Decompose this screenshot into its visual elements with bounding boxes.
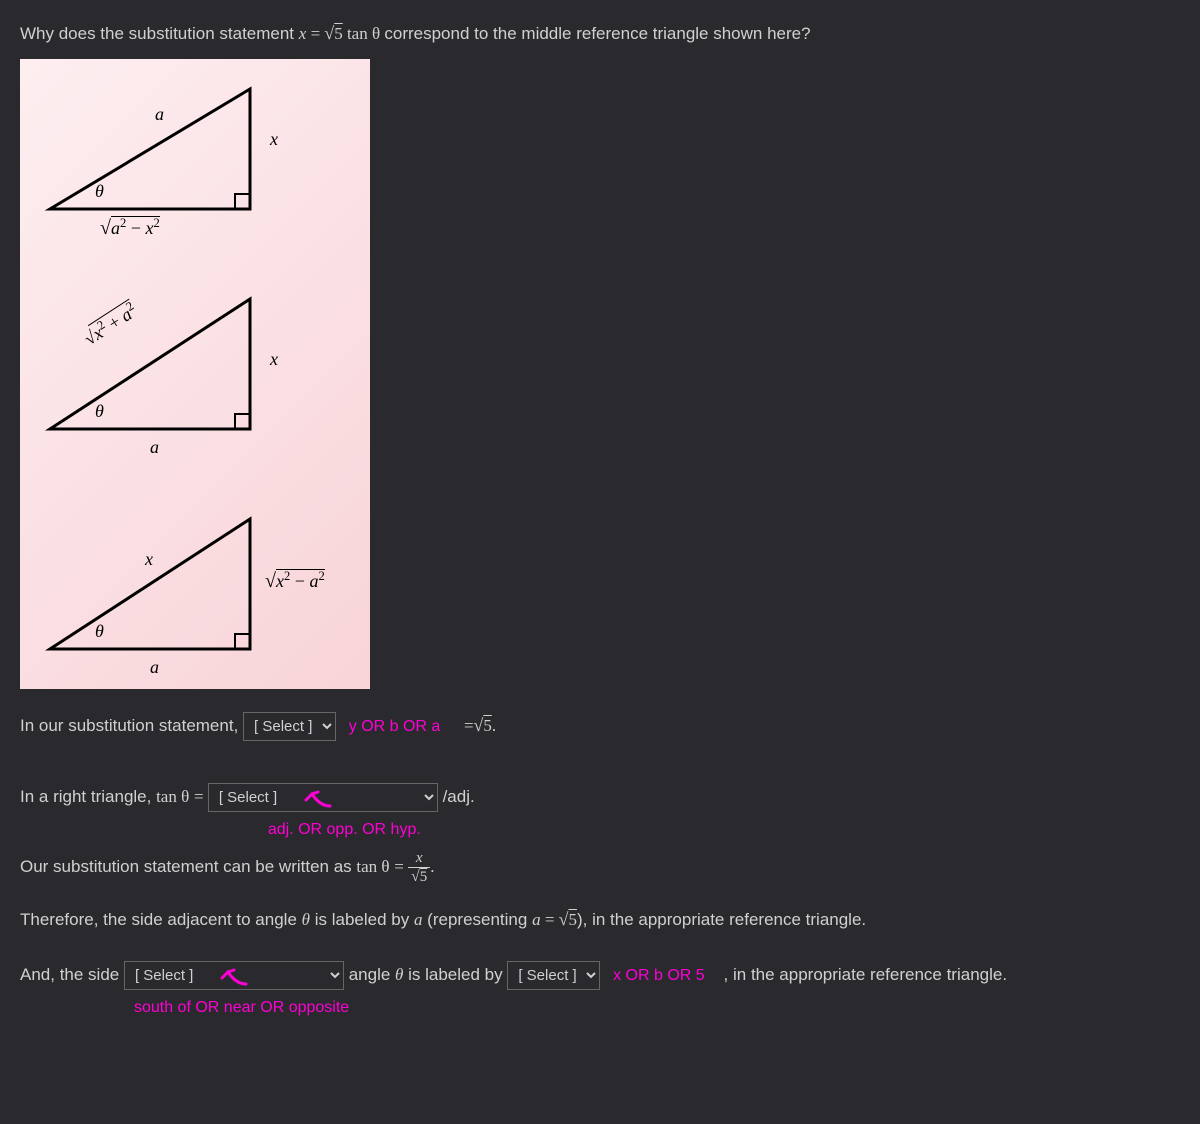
t3-hyp-label: x [145, 549, 153, 570]
t1-hyp-label: a [155, 104, 164, 125]
triangle-1 [40, 69, 270, 219]
statement-line-4: Therefore, the side adjacent to angle θ … [20, 903, 1180, 936]
question-prompt: Why does the substitution statement x = … [20, 20, 1180, 47]
t2-theta-label: θ [95, 401, 104, 422]
t3-adj-label: a [150, 657, 159, 678]
l2-prefix: In a right triangle, [20, 787, 156, 806]
annotation-1: y OR b OR a [349, 718, 441, 735]
t1-theta-label: θ [95, 181, 104, 202]
arrow-icon [214, 958, 254, 988]
l2-suffix: /adj. [443, 787, 475, 806]
triangle-3 [40, 499, 270, 659]
statement-line-2: In a right triangle, tan θ = [ Select ] … [20, 782, 1180, 813]
annotation-3: south of OR near OR opposite [134, 994, 349, 1023]
arrow-icon [298, 780, 338, 810]
t2-adj-label: a [150, 437, 159, 458]
l3-fraction: x √5 [408, 850, 430, 885]
statement-line-1: In our substitution statement, [ Select … [20, 709, 1180, 742]
q-suffix: correspond to the middle reference trian… [384, 24, 810, 43]
l1-rhs: =√5. [464, 716, 496, 735]
t1-opp-label: x [270, 129, 278, 150]
q-equation: x = √5 tan θ [299, 24, 385, 43]
q-prefix: Why does the substitution statement [20, 24, 299, 43]
annotation-2: adj. OR opp. OR hyp. [268, 816, 421, 845]
reference-triangles-figure: a x θ √a2 − x2 √x2 + a2 x θ a x √x2 − a2… [20, 59, 370, 689]
l5-p1: And, the side [20, 965, 124, 984]
statement-line-3: Our substitution statement can be writte… [20, 850, 1180, 885]
statement-line-5: And, the side [ Select ] south of OR nea… [20, 960, 1180, 991]
annotation-4: x OR b OR 5 [613, 967, 705, 984]
t3-theta-label: θ [95, 621, 104, 642]
select-variable-1[interactable]: [ Select ] [243, 712, 336, 741]
t2-opp-label: x [270, 349, 278, 370]
select-side-label[interactable]: [ Select ] [507, 961, 600, 990]
triangle-2 [40, 279, 270, 439]
l2-trig: tan θ [156, 787, 189, 806]
t3-opp-label: √x2 − a2 [265, 569, 325, 593]
l1-prefix: In our substitution statement, [20, 716, 243, 735]
t1-adj-label: √a2 − x2 [100, 216, 160, 240]
l3-text: Our substitution statement can be writte… [20, 857, 356, 876]
